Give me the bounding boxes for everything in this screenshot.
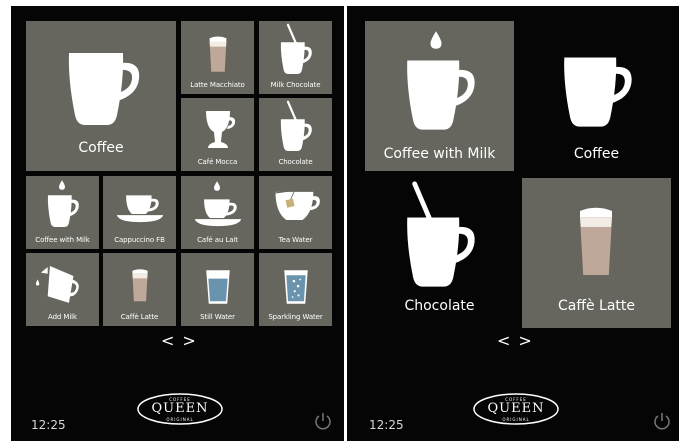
tile-label: Add Milk [48, 313, 77, 321]
mug-icon [280, 42, 312, 74]
tile-label: Coffee [78, 140, 124, 156]
water-glass-icon [206, 270, 230, 304]
tile-label: Caffè Latte [120, 313, 159, 321]
tile-label: Coffee [573, 146, 620, 162]
clock: 12:25 [369, 418, 404, 432]
tile-caffe-latte[interactable]: Caffè Latte [522, 178, 671, 328]
tile-label: Chocolate [404, 298, 475, 314]
tile-chocolate[interactable]: Chocolate [365, 178, 514, 328]
cup-and-saucer-icon [194, 199, 242, 227]
tile-label: Coffee with Milk [383, 146, 496, 162]
cup-and-saucer-icon [116, 195, 164, 223]
milk-drop-icon [59, 180, 65, 190]
latte-glass-icon [580, 207, 612, 275]
coffee-queen-logo: COFFEE QUEEN ORIGINAL [135, 392, 225, 426]
tile-still-water[interactable]: Still Water [181, 253, 254, 326]
tile-milk-chocolate[interactable]: Milk Chocolate [259, 21, 332, 94]
tile-latte-macchiato[interactable]: Latte Macchiato [181, 21, 254, 94]
right-screen: Coffee with Milk Coffee Chocolate Caffè … [347, 6, 679, 441]
coffee-queen-logo: COFFEE QUEEN ORIGINAL [471, 392, 561, 426]
tile-label: Latte Macchiato [190, 81, 245, 89]
large-mug-icon [564, 57, 632, 127]
power-icon[interactable] [313, 411, 333, 431]
power-icon[interactable] [652, 411, 672, 431]
sparkling-water-icon [284, 270, 308, 304]
mug-icon [407, 217, 475, 287]
tile-sparkling-water[interactable]: Sparkling Water [259, 253, 332, 326]
next-page-button[interactable]: > [518, 331, 539, 350]
mug-icon [280, 119, 312, 151]
tile-label: Tea Water [278, 236, 313, 244]
tile-label: Cappuccino FB [114, 236, 165, 244]
tile-cafe-mocca[interactable]: Café Mocca [181, 98, 254, 171]
milk-jug-icon [35, 265, 79, 303]
mocca-glass-icon [206, 111, 236, 148]
tile-coffee-with-milk[interactable]: Coffee with Milk [26, 176, 99, 249]
tile-label: Milk Chocolate [270, 81, 321, 89]
tile-caffe-latte[interactable]: Caffè Latte [103, 253, 176, 326]
tile-label: Coffee with Milk [35, 236, 90, 244]
tile-label: Caffè Latte [557, 298, 636, 314]
straw-icon [286, 23, 297, 45]
tile-coffee-with-milk[interactable]: Coffee with Milk [365, 21, 514, 171]
page-navigation: <> [497, 331, 540, 350]
mug-icon [47, 195, 79, 227]
next-page-button[interactable]: > [182, 331, 203, 350]
milk-drop-icon [214, 181, 220, 191]
left-screen: Coffee Latte Macchiato Milk Chocolate Ca… [11, 6, 344, 441]
tile-coffee[interactable]: Coffee [522, 21, 671, 171]
latte-glass-icon [209, 36, 227, 72]
tile-label: Chocolate [278, 158, 313, 166]
straw-icon [286, 100, 297, 122]
tile-cafe-au-lait[interactable]: Café au Lait [181, 176, 254, 249]
milk-drop-icon [430, 31, 442, 49]
tile-label: Café Mocca [197, 158, 238, 166]
tile-label: Café au Lait [197, 236, 238, 244]
tea-cup-icon [274, 187, 321, 221]
tile-add-milk[interactable]: Add Milk [26, 253, 99, 326]
mug-icon [407, 60, 475, 130]
prev-page-button[interactable]: < [161, 331, 182, 350]
tile-cappuccino-fb[interactable]: Cappuccino FB [103, 176, 176, 249]
tile-coffee[interactable]: Coffee [26, 21, 176, 171]
prev-page-button[interactable]: < [497, 331, 518, 350]
tile-label: Still Water [200, 313, 235, 321]
latte-glass-icon [132, 269, 148, 302]
large-mug-icon [68, 53, 140, 125]
page-navigation: <> [161, 331, 204, 350]
tile-label: Sparkling Water [268, 313, 323, 321]
tile-chocolate[interactable]: Chocolate [259, 98, 332, 171]
tile-tea-water[interactable]: Tea Water [259, 176, 332, 249]
clock: 12:25 [31, 418, 66, 432]
